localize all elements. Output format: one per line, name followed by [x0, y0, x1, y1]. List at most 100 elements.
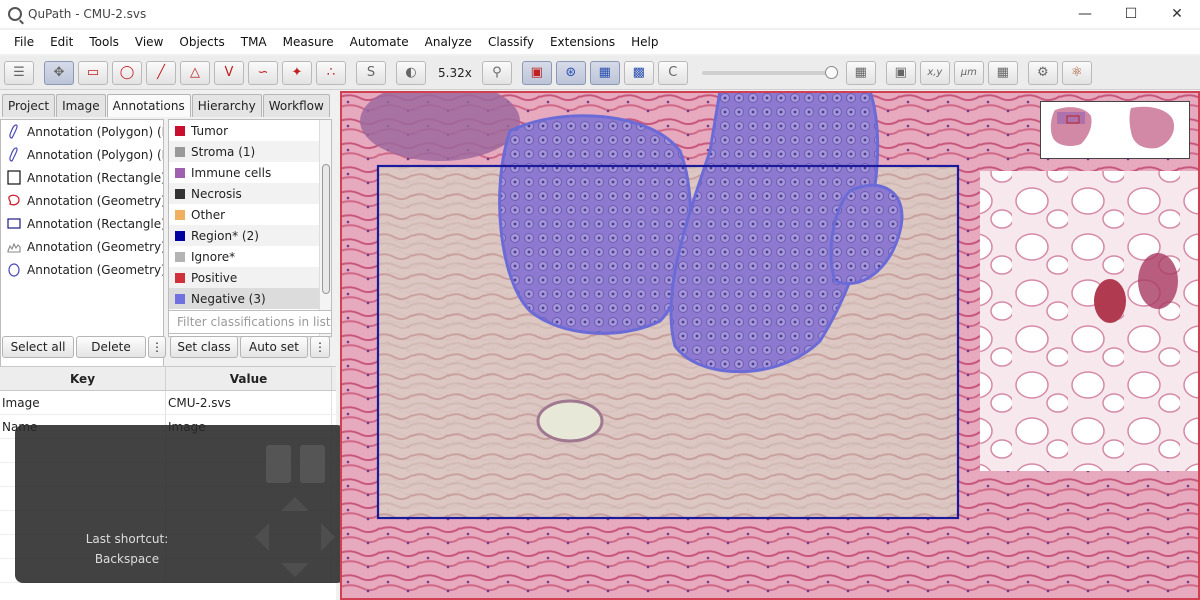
toggle-panel-button[interactable]: ☰: [4, 60, 34, 85]
list-item[interactable]: Annotation (Geometry) (S: [1, 235, 163, 258]
auto-set-button[interactable]: Auto set: [240, 336, 308, 358]
class-item-immune-cells[interactable]: Immune cells: [169, 162, 331, 183]
menu-analyze[interactable]: Analyze: [417, 30, 480, 54]
tab-annotations[interactable]: Annotations: [106, 94, 191, 117]
settings-button[interactable]: ⚙: [1027, 60, 1058, 85]
menu-extensions[interactable]: Extensions: [542, 30, 623, 54]
show-connections-button[interactable]: C: [657, 60, 688, 85]
points-tool-button[interactable]: ∴: [316, 60, 346, 85]
class-label: Positive: [191, 270, 238, 285]
opacity-slider-thumb[interactable]: [824, 65, 838, 79]
menu-file[interactable]: File: [6, 30, 42, 54]
fill-detections-button[interactable]: ▩: [623, 60, 654, 85]
list-item[interactable]: Annotation (Polygon) (Neg: [1, 120, 163, 143]
class-item-ignore[interactable]: Ignore*: [169, 246, 331, 267]
key-cell: Image: [0, 391, 166, 414]
select-all-button[interactable]: Select all: [2, 336, 74, 358]
set-class-button[interactable]: Set class: [170, 336, 238, 358]
classification-list[interactable]: Tumor Stroma (1) Immune cells Necrosis O…: [168, 119, 332, 337]
menu-tma[interactable]: TMA: [233, 30, 275, 54]
class-item-positive[interactable]: Positive: [169, 267, 331, 288]
annotation-more-button[interactable]: ⋮: [148, 336, 166, 358]
grid-button[interactable]: ▦: [987, 60, 1018, 85]
geometry-icon: [7, 242, 21, 253]
table-row[interactable]: Image CMU-2.svs: [0, 391, 336, 415]
scalebar-button[interactable]: μm: [953, 60, 984, 85]
annotation-label: Annotation (Geometry): [27, 193, 163, 208]
column-header-key[interactable]: Key: [0, 367, 166, 390]
vertical-scrollbar[interactable]: [319, 120, 331, 336]
move-tool-button[interactable]: ✥: [44, 60, 74, 85]
zoom-to-fit-button[interactable]: ⚲: [481, 60, 512, 85]
class-color-swatch: [175, 230, 185, 241]
tab-project[interactable]: Project: [2, 94, 56, 117]
minimize-button[interactable]: —: [1062, 0, 1108, 28]
magnification-label: 5.32x: [438, 65, 472, 80]
rectangle-tool-button[interactable]: ▭: [78, 60, 108, 85]
tab-hierarchy[interactable]: Hierarchy: [191, 94, 262, 117]
list-item[interactable]: Annotation (Rectangle) (R: [1, 212, 163, 235]
show-tma-grid-button[interactable]: ⊛: [555, 60, 586, 85]
class-item-tumor[interactable]: Tumor: [169, 120, 331, 141]
measurement-table-button[interactable]: ▦: [845, 60, 876, 85]
menu-help[interactable]: Help: [623, 30, 666, 54]
class-color-swatch: [175, 167, 185, 178]
pause-bar-icon: [300, 445, 325, 483]
brightness-contrast-button[interactable]: ◐: [396, 60, 426, 85]
column-header-value[interactable]: Value: [166, 367, 332, 390]
overview-thumbnail[interactable]: [1040, 101, 1190, 159]
brush-tool-button[interactable]: ∽: [248, 60, 278, 85]
class-item-other[interactable]: Other: [169, 204, 331, 225]
class-item-stroma[interactable]: Stroma (1): [169, 141, 331, 162]
list-item[interactable]: Annotation (Polygon) (Neg: [1, 143, 163, 166]
class-color-swatch: [175, 251, 185, 262]
opacity-slider[interactable]: [701, 65, 838, 79]
list-item[interactable]: Annotation (Rectangle) (R: [1, 166, 163, 189]
class-label: Ignore*: [191, 249, 236, 264]
line-tool-button[interactable]: ╱: [146, 60, 176, 85]
rectangle-icon: [7, 170, 21, 185]
pause-bar-icon: [266, 445, 291, 483]
last-shortcut-key: Backspace: [94, 552, 160, 566]
filter-classifications-input[interactable]: Filter classifications in list: [168, 310, 332, 334]
polygon-tool-button[interactable]: △: [180, 60, 210, 85]
coordinates-button[interactable]: x,y: [919, 60, 950, 85]
log-button[interactable]: ⚛: [1061, 60, 1092, 85]
menu-tools[interactable]: Tools: [81, 30, 127, 54]
scrollbar-thumb[interactable]: [322, 164, 330, 294]
geometry-icon: [8, 263, 20, 277]
overview-button[interactable]: ▣: [885, 60, 916, 85]
show-annotations-button[interactable]: ▣: [521, 60, 552, 85]
maximize-button[interactable]: ☐: [1108, 0, 1154, 28]
selection-mode-button[interactable]: S: [356, 60, 386, 85]
menu-measure[interactable]: Measure: [275, 30, 342, 54]
polygon-icon: [9, 124, 18, 139]
tab-workflow[interactable]: Workflow: [262, 94, 330, 117]
menu-objects[interactable]: Objects: [171, 30, 232, 54]
shortcut-overlay: Last shortcut: Backspace: [15, 425, 345, 583]
class-item-negative[interactable]: Negative (3): [169, 288, 331, 309]
list-item[interactable]: Annotation (Geometry) (N: [1, 258, 163, 281]
ellipse-tool-button[interactable]: ◯: [112, 60, 142, 85]
polyline-tool-button[interactable]: V: [214, 60, 244, 85]
tab-image[interactable]: Image: [56, 94, 106, 117]
menu-classify[interactable]: Classify: [480, 30, 542, 54]
menu-automate[interactable]: Automate: [342, 30, 417, 54]
classification-more-button[interactable]: ⋮: [310, 336, 330, 358]
image-viewer[interactable]: [340, 91, 1200, 600]
menu-view[interactable]: View: [127, 30, 171, 54]
class-label: Stroma (1): [191, 144, 256, 159]
slide-image[interactable]: [340, 91, 1200, 600]
dpad-arrows-icon: [255, 497, 335, 577]
title-bar: QuPath - CMU-2.svs — ☐ ✕: [0, 0, 1200, 28]
class-item-necrosis[interactable]: Necrosis: [169, 183, 331, 204]
class-item-region[interactable]: Region* (2): [169, 225, 331, 246]
close-button[interactable]: ✕: [1154, 0, 1200, 28]
wand-tool-button[interactable]: ✦: [282, 60, 312, 85]
annotation-label: Annotation (Geometry) (S: [27, 239, 163, 254]
menu-edit[interactable]: Edit: [42, 30, 81, 54]
list-item[interactable]: Annotation (Geometry): [1, 189, 163, 212]
class-label: Necrosis: [191, 186, 242, 201]
show-detections-button[interactable]: ▦: [589, 60, 620, 85]
delete-button[interactable]: Delete: [76, 336, 146, 358]
